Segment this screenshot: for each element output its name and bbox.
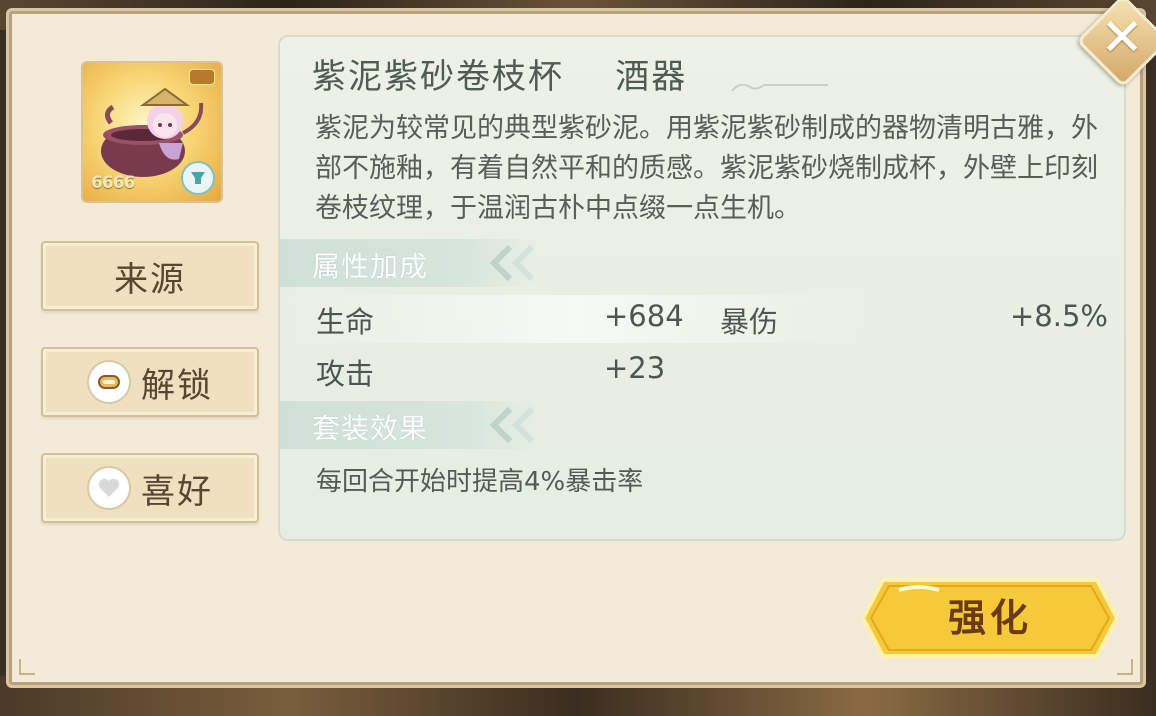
stat-name-attack: 攻击 <box>316 357 375 391</box>
stat-value-crit-damage: +8.5% <box>1010 299 1108 333</box>
enhance-button[interactable]: 强化 <box>859 576 1121 660</box>
item-info-panel: 紫泥紫砂卷枝杯 酒器 紫泥为较常见的典型紫砂泥。用紫泥紫砂制成的器物清明古雅，外… <box>278 35 1128 541</box>
set-effect-text: 每回合开始时提高4%暴击率 <box>316 467 644 497</box>
attribute-section-header: 属性加成 <box>280 239 540 287</box>
item-category: 酒器 <box>615 57 688 97</box>
set-effect-section-label: 套装效果 <box>312 412 429 445</box>
stat-name-crit-damage: 暴伤 <box>720 305 779 339</box>
stat-name-hp: 生命 <box>316 305 375 339</box>
corner-ornament <box>1117 659 1133 675</box>
chevron-icon <box>511 407 535 443</box>
item-card: 6666 <box>81 61 223 203</box>
item-detail-panel: 6666 来源 解锁 喜好 紫泥紫砂卷枝杯 酒器 紫泥为较常见的典型紫砂泥。用紫… <box>6 8 1146 688</box>
bowl-tag-icon <box>189 69 215 85</box>
item-title: 紫泥紫砂卷枝杯 酒器 <box>312 49 687 98</box>
attribute-section-label: 属性加成 <box>312 250 429 283</box>
stat-value-hp: +684 <box>604 299 684 333</box>
unlock-button-label: 解锁 <box>141 365 213 406</box>
stat-row: 生命 +684 暴伤 +8.5% <box>280 295 1128 343</box>
stat-row: 攻击 +23 <box>280 347 1128 395</box>
star-rating: 6666 <box>91 173 135 193</box>
like-button-label: 喜好 <box>141 471 213 512</box>
set-effect-section-header: 套装效果 <box>280 401 540 449</box>
bowl-icon <box>87 360 131 404</box>
wine-vessel-type-icon <box>181 161 215 195</box>
source-button-label: 来源 <box>114 259 186 300</box>
cloud-ornament <box>731 83 828 92</box>
stat-value-attack: +23 <box>604 351 666 385</box>
source-button[interactable]: 来源 <box>41 241 259 311</box>
enhance-button-label: 强化 <box>947 596 1032 640</box>
unlock-button[interactable]: 解锁 <box>41 347 259 417</box>
chevron-icon <box>511 245 535 281</box>
item-description: 紫泥为较常见的典型紫砂泥。用紫泥紫砂制成的器物清明古雅，外部不施釉，有着自然平和… <box>315 113 1098 224</box>
item-name: 紫泥紫砂卷枝杯 <box>312 57 564 97</box>
corner-ornament <box>19 659 35 675</box>
like-button[interactable]: 喜好 <box>41 453 259 523</box>
heart-icon <box>87 466 131 510</box>
